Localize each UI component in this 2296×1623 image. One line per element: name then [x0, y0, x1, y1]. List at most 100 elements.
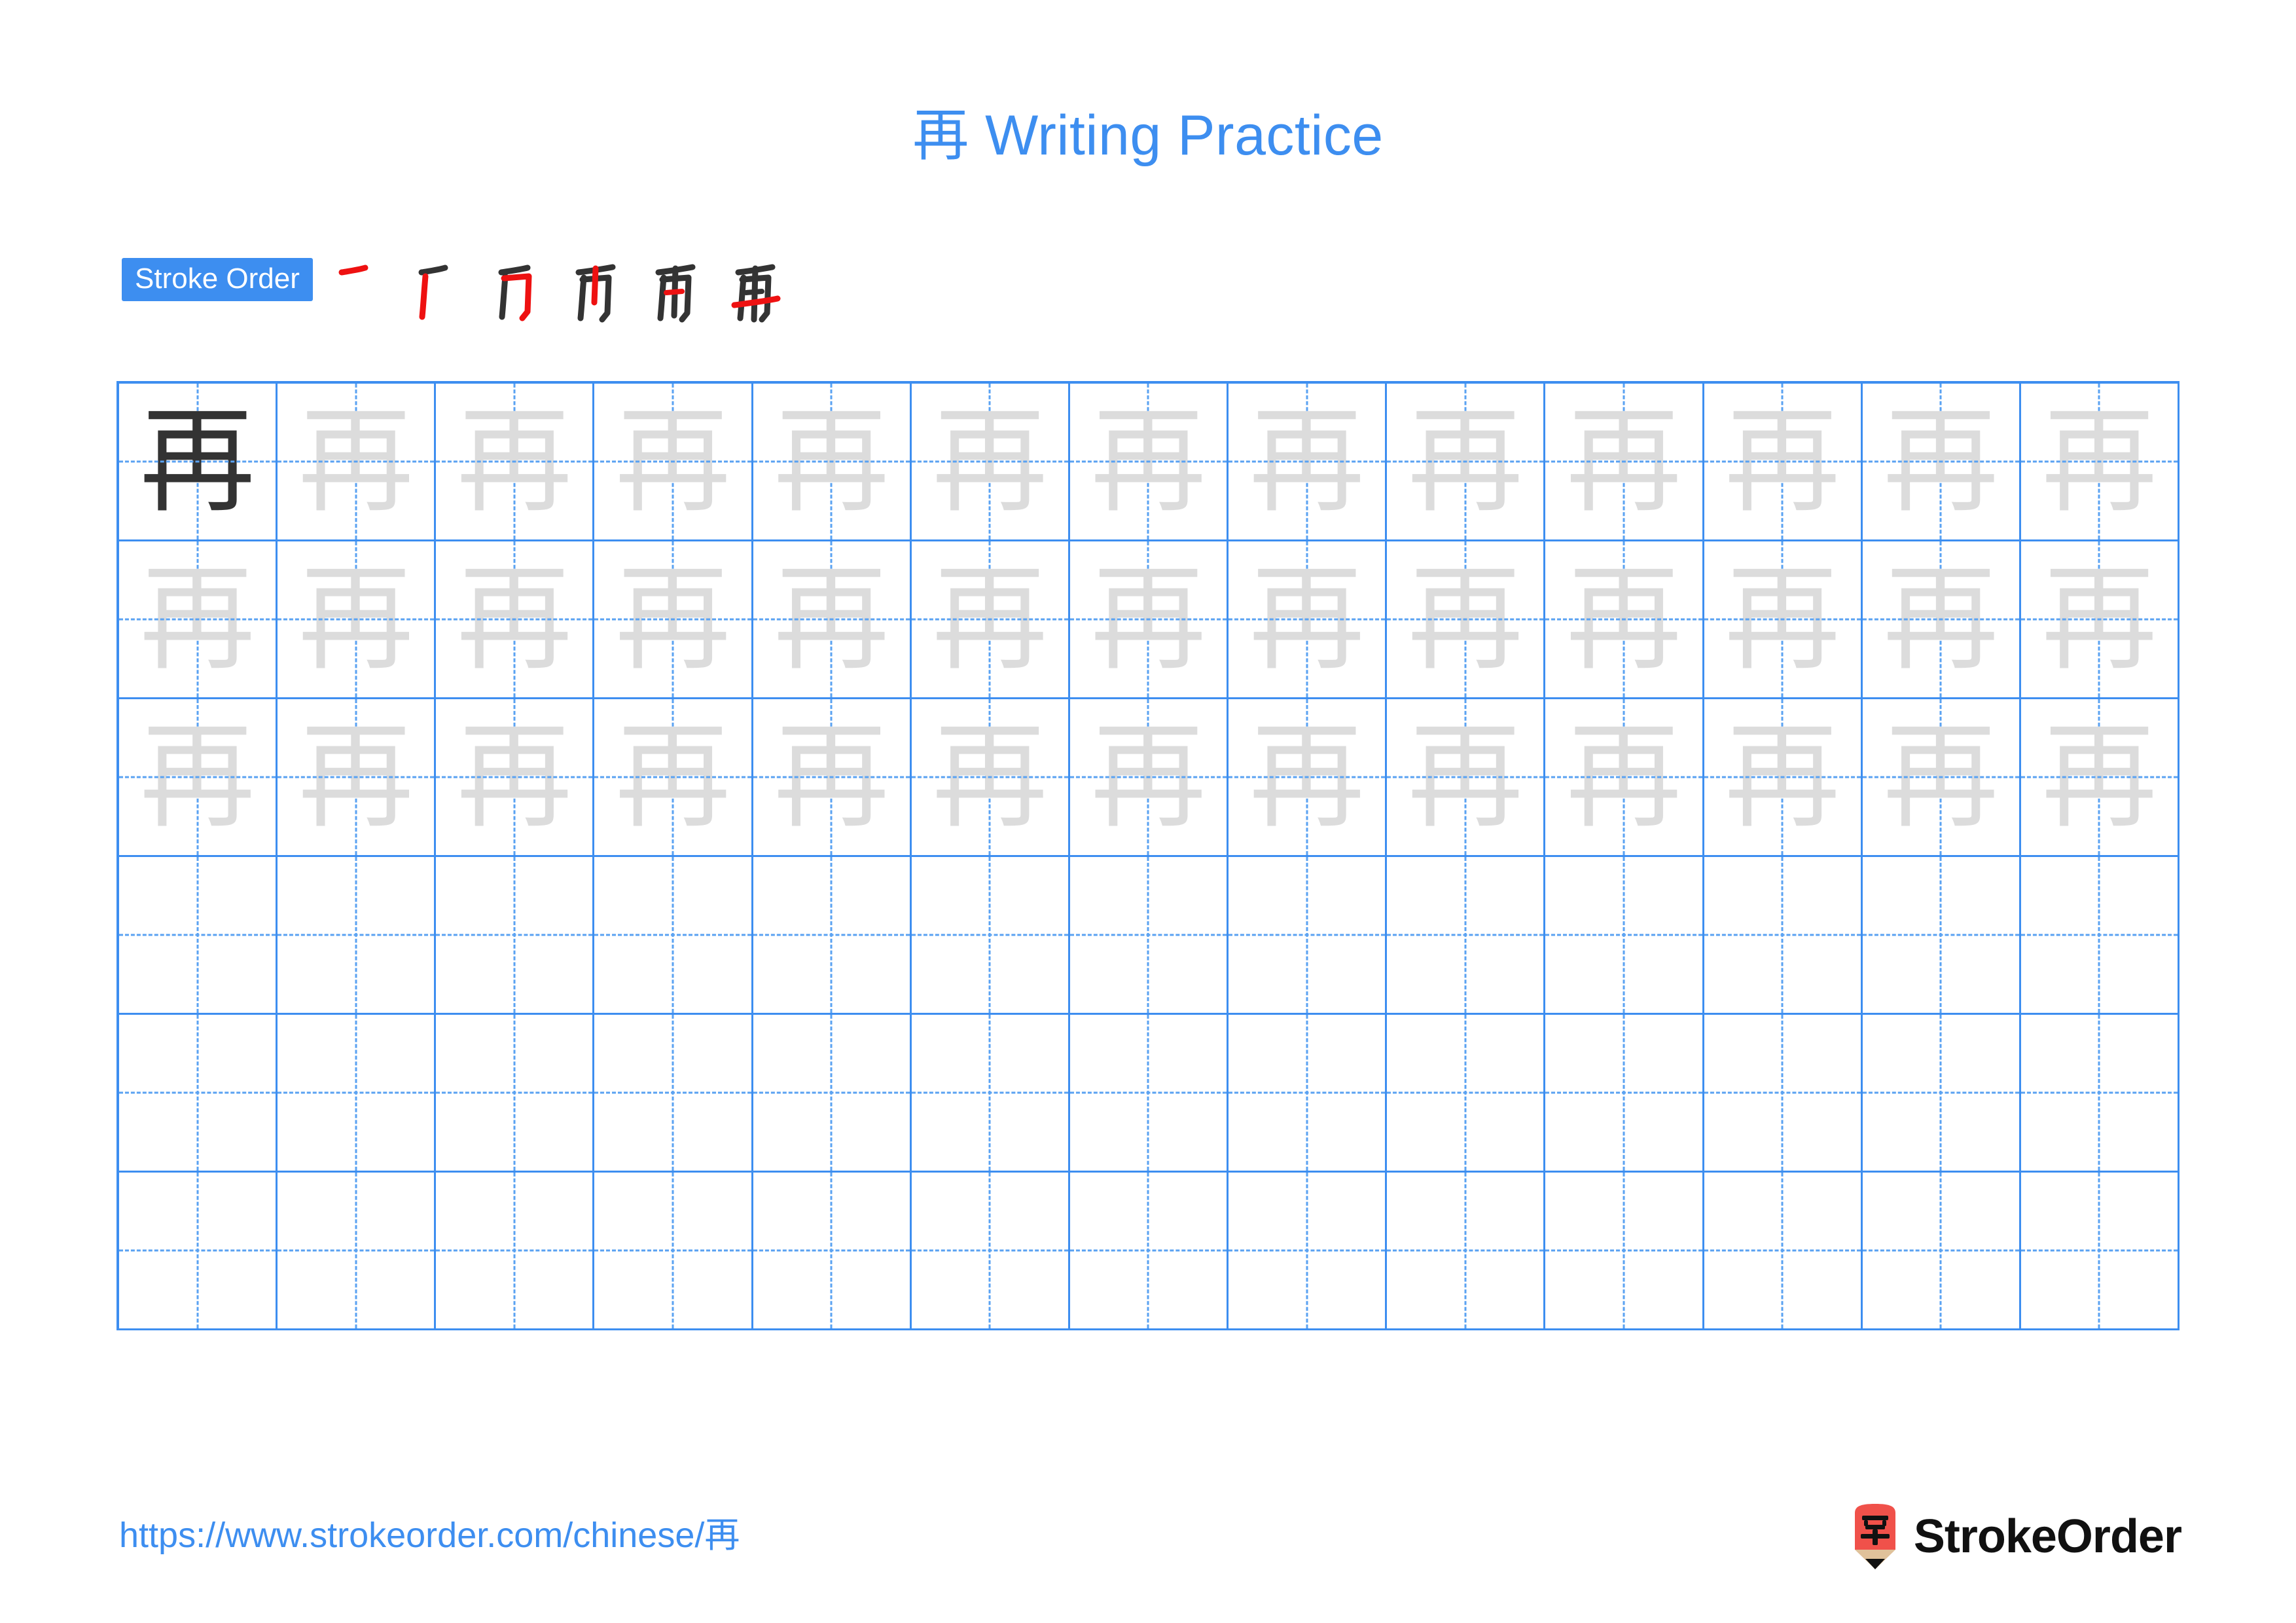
practice-cell[interactable]: [1704, 857, 1863, 1015]
practice-cell[interactable]: 再: [278, 699, 437, 857]
practice-cell[interactable]: 再: [1862, 541, 2021, 699]
stroke-step-4: [571, 257, 644, 330]
trace-character: 再: [1090, 710, 1206, 844]
practice-cell[interactable]: 再: [119, 541, 278, 699]
practice-cell[interactable]: [119, 1015, 278, 1173]
practice-cell[interactable]: [1387, 857, 1546, 1015]
trace-character: 再: [774, 394, 889, 528]
practice-cell[interactable]: 再: [911, 699, 1070, 857]
practice-cell[interactable]: [1545, 857, 1704, 1015]
practice-cell[interactable]: [1704, 1015, 1863, 1173]
practice-cell[interactable]: 再: [1704, 384, 1863, 541]
practice-cell[interactable]: 再: [1704, 699, 1863, 857]
practice-cell[interactable]: [911, 1015, 1070, 1173]
practice-cell[interactable]: 再: [911, 384, 1070, 541]
practice-cell[interactable]: [1069, 1015, 1229, 1173]
stroke-step-1-icon: [338, 264, 368, 276]
trace-character: 再: [1883, 394, 1999, 528]
practice-cell[interactable]: 再: [911, 541, 1070, 699]
model-character: 再: [139, 394, 255, 528]
practice-cell[interactable]: 再: [1545, 541, 1704, 699]
practice-cell[interactable]: 再: [278, 384, 437, 541]
practice-cell[interactable]: 再: [1229, 384, 1388, 541]
practice-cell[interactable]: [1229, 1173, 1388, 1330]
practice-cell[interactable]: 再: [436, 384, 595, 541]
practice-cell[interactable]: [753, 1173, 912, 1330]
stroke-order-badge: Stroke Order: [122, 258, 313, 301]
practice-cell[interactable]: [436, 1173, 595, 1330]
practice-cell[interactable]: [1387, 1173, 1546, 1330]
trace-character: 再: [1090, 552, 1206, 686]
practice-cell[interactable]: 再: [119, 384, 278, 541]
practice-cell[interactable]: 再: [1387, 699, 1546, 857]
pencil-logo-icon: [1851, 1503, 1899, 1571]
brand-logo[interactable]: StrokeOrder: [1851, 1497, 2182, 1577]
practice-cell[interactable]: 再: [1862, 384, 2021, 541]
practice-cell[interactable]: 再: [2020, 384, 2179, 541]
practice-cell[interactable]: [1387, 1015, 1546, 1173]
practice-cell[interactable]: [278, 1173, 437, 1330]
practice-cell[interactable]: [1862, 1015, 2021, 1173]
practice-cell[interactable]: 再: [753, 699, 912, 857]
practice-cell[interactable]: [1229, 857, 1388, 1015]
practice-cell[interactable]: [1545, 1015, 1704, 1173]
practice-cell[interactable]: 再: [2020, 541, 2179, 699]
practice-cell[interactable]: [2020, 857, 2179, 1015]
practice-cell[interactable]: 再: [1387, 541, 1546, 699]
practice-cell[interactable]: 再: [594, 699, 753, 857]
practice-cell[interactable]: 再: [1704, 541, 1863, 699]
stroke-step-3: [491, 257, 564, 330]
practice-cell[interactable]: [594, 1015, 753, 1173]
practice-cell[interactable]: [753, 857, 912, 1015]
practice-cell[interactable]: [1069, 1173, 1229, 1330]
practice-cell[interactable]: [1862, 857, 2021, 1015]
practice-cell[interactable]: [436, 1015, 595, 1173]
trace-character: 再: [298, 710, 414, 844]
practice-cell[interactable]: [2020, 1173, 2179, 1330]
practice-cell[interactable]: [119, 1173, 278, 1330]
practice-cell[interactable]: 再: [119, 699, 278, 857]
practice-cell[interactable]: [278, 1015, 437, 1173]
stroke-step-6: [730, 257, 804, 330]
practice-cell[interactable]: [119, 857, 278, 1015]
practice-cell[interactable]: [1704, 1173, 1863, 1330]
practice-cell[interactable]: [1229, 1015, 1388, 1173]
trace-character: 再: [1090, 394, 1206, 528]
practice-cell[interactable]: 再: [278, 541, 437, 699]
practice-cell[interactable]: 再: [1069, 541, 1229, 699]
practice-cell[interactable]: 再: [1387, 384, 1546, 541]
practice-cell[interactable]: [1069, 857, 1229, 1015]
practice-cell[interactable]: [594, 857, 753, 1015]
trace-character: 再: [932, 552, 1048, 686]
practice-cell[interactable]: 再: [1862, 699, 2021, 857]
practice-cell[interactable]: [1545, 1173, 1704, 1330]
practice-grid: 再再再再再再再再再再再再再再再再再再再再再再再再再再再再再再再再再再再再再再再: [117, 381, 2179, 1330]
practice-cell[interactable]: 再: [1229, 541, 1388, 699]
practice-cell[interactable]: 再: [2020, 699, 2179, 857]
practice-cell[interactable]: [2020, 1015, 2179, 1173]
practice-cell[interactable]: [911, 857, 1070, 1015]
practice-cell[interactable]: 再: [1229, 699, 1388, 857]
practice-cell[interactable]: [594, 1173, 753, 1330]
practice-cell[interactable]: 再: [594, 384, 753, 541]
stroke-step-3-icon: [498, 264, 532, 321]
footer-url-prefix: https://www.strokeorder.com/chinese/: [119, 1516, 705, 1555]
practice-cell[interactable]: 再: [1545, 699, 1704, 857]
practice-cell[interactable]: [436, 857, 595, 1015]
practice-cell[interactable]: 再: [594, 541, 753, 699]
practice-cell[interactable]: [278, 857, 437, 1015]
practice-cell[interactable]: 再: [436, 699, 595, 857]
practice-cell[interactable]: 再: [1069, 384, 1229, 541]
practice-cell[interactable]: 再: [436, 541, 595, 699]
practice-cell[interactable]: [1862, 1173, 2021, 1330]
trace-character: 再: [456, 710, 572, 844]
practice-cell[interactable]: 再: [1545, 384, 1704, 541]
practice-cell[interactable]: 再: [753, 541, 912, 699]
practice-cell[interactable]: 再: [753, 384, 912, 541]
practice-cell[interactable]: [911, 1173, 1070, 1330]
practice-cell[interactable]: [753, 1015, 912, 1173]
stroke-step-5-icon: [655, 264, 696, 323]
footer-url[interactable]: https://www.strokeorder.com/chinese/再: [119, 1516, 740, 1555]
practice-cell[interactable]: 再: [1069, 699, 1229, 857]
trace-character: 再: [1407, 394, 1523, 528]
